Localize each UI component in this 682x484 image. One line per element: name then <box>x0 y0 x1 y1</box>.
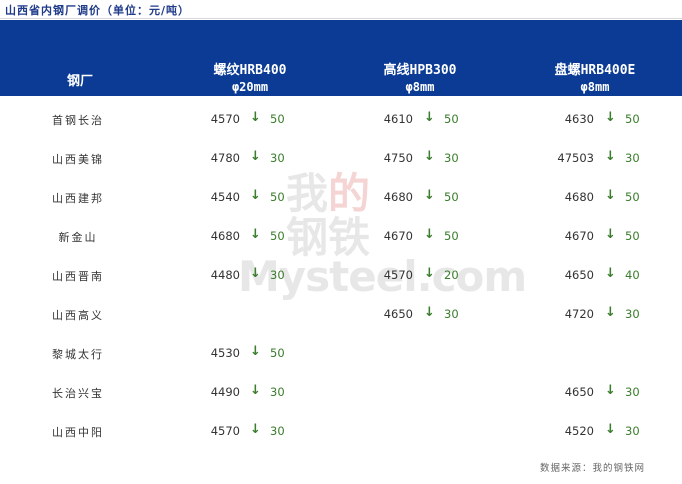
header-coil-rebar-name: 盘螺HRB400E <box>554 63 636 78</box>
down-arrow-icon: ↓ <box>250 344 261 359</box>
down-arrow-icon: ↓ <box>424 149 435 164</box>
mill-name: 山西美锦 <box>52 153 104 166</box>
change-a: 50 <box>270 346 285 360</box>
change-c: 50 <box>625 112 640 126</box>
down-arrow-icon: ↓ <box>605 383 616 398</box>
mill-name: 山西中阳 <box>52 426 104 439</box>
change-b: 20 <box>444 268 459 282</box>
down-arrow-icon: ↓ <box>424 227 435 242</box>
change-a: 30 <box>270 268 285 282</box>
table-header: 钢厂 螺纹HRB400 φ20mm 高线HPB300 φ8mm 盘螺HRB400… <box>0 20 682 96</box>
price-a: 4540 <box>210 190 240 204</box>
change-c: 50 <box>625 190 640 204</box>
price-b: 4750 <box>383 151 413 165</box>
down-arrow-icon: ↓ <box>605 305 616 320</box>
header-mill: 钢厂 <box>66 74 93 89</box>
price-c: 4720 <box>564 307 594 321</box>
down-arrow-icon: ↓ <box>250 383 261 398</box>
header-rebar-name: 螺纹HRB400 <box>213 63 287 78</box>
change-b: 50 <box>444 112 459 126</box>
down-arrow-icon: ↓ <box>250 266 261 281</box>
price-b: 4670 <box>383 229 413 243</box>
change-c: 50 <box>625 229 640 243</box>
change-c: 40 <box>625 268 640 282</box>
down-arrow-icon: ↓ <box>250 227 261 242</box>
header-rebar: 螺纹HRB400 φ20mm <box>185 62 315 95</box>
header-wire-rod-name: 高线HPB300 <box>383 63 457 78</box>
change-c: 30 <box>625 424 640 438</box>
mill-name: 新金山 <box>58 231 98 244</box>
price-a: 4780 <box>210 151 240 165</box>
table-row: 长治兴宝 4490 ↓ 30 4650 ↓ 30 <box>0 383 682 403</box>
down-arrow-icon: ↓ <box>424 266 435 281</box>
table-row: 首钢长治 4570 ↓ 50 4610 ↓ 50 4630 ↓ 50 <box>0 110 682 130</box>
change-a: 30 <box>270 151 285 165</box>
price-a: 4530 <box>210 346 240 360</box>
change-a: 30 <box>270 385 285 399</box>
price-c: 4650 <box>564 385 594 399</box>
price-c: 4670 <box>564 229 594 243</box>
table-row: 山西晋南 4480 ↓ 30 4570 ↓ 20 4650 ↓ 40 <box>0 266 682 286</box>
change-c: 30 <box>625 151 640 165</box>
mill-name: 长治兴宝 <box>52 387 104 400</box>
change-c: 30 <box>625 385 640 399</box>
change-b: 30 <box>444 151 459 165</box>
header-coil-rebar: 盘螺HRB400E φ8mm <box>530 62 660 95</box>
table-row: 山西中阳 4570 ↓ 30 4520 ↓ 30 <box>0 422 682 442</box>
down-arrow-icon: ↓ <box>605 266 616 281</box>
header-rebar-spec: φ20mm <box>231 80 269 94</box>
mill-name: 山西高义 <box>52 309 104 322</box>
table-row: 山西高义 4650 ↓ 30 4720 ↓ 30 <box>0 305 682 325</box>
price-c: 4520 <box>564 424 594 438</box>
down-arrow-icon: ↓ <box>605 149 616 164</box>
down-arrow-icon: ↓ <box>250 422 261 437</box>
price-a: 4680 <box>210 229 240 243</box>
table-row: 山西建邦 4540 ↓ 50 4680 ↓ 50 4680 ↓ 50 <box>0 188 682 208</box>
down-arrow-icon: ↓ <box>605 422 616 437</box>
price-a: 4570 <box>210 424 240 438</box>
down-arrow-icon: ↓ <box>424 110 435 125</box>
table-row: 山西美锦 4780 ↓ 30 4750 ↓ 30 47503 ↓ 30 <box>0 149 682 169</box>
price-a: 4570 <box>210 112 240 126</box>
data-source: 数据来源：我的钢铁网 <box>540 463 646 474</box>
down-arrow-icon: ↓ <box>250 110 261 125</box>
change-a: 50 <box>270 112 285 126</box>
down-arrow-icon: ↓ <box>605 188 616 203</box>
price-c: 4680 <box>564 190 594 204</box>
price-b: 4570 <box>383 268 413 282</box>
change-b: 50 <box>444 190 459 204</box>
page-title: 山西省内钢厂调价（单位：元/吨） <box>5 4 191 17</box>
change-c: 30 <box>625 307 640 321</box>
down-arrow-icon: ↓ <box>424 305 435 320</box>
price-a: 4480 <box>210 268 240 282</box>
title-divider <box>0 18 682 19</box>
down-arrow-icon: ↓ <box>605 227 616 242</box>
mill-name: 黎城太行 <box>52 348 104 361</box>
change-b: 30 <box>444 307 459 321</box>
change-b: 50 <box>444 229 459 243</box>
price-b: 4610 <box>383 112 413 126</box>
table-row: 新金山 4680 ↓ 50 4670 ↓ 50 4670 ↓ 50 <box>0 227 682 247</box>
header-wire-rod: 高线HPB300 φ8mm <box>355 62 485 95</box>
down-arrow-icon: ↓ <box>424 188 435 203</box>
change-a: 50 <box>270 190 285 204</box>
mill-name: 山西晋南 <box>52 270 104 283</box>
table-row: 黎城太行 4530 ↓ 50 <box>0 344 682 364</box>
mill-name: 首钢长治 <box>52 114 104 127</box>
header-coil-rebar-spec: φ8mm <box>580 80 610 94</box>
price-c: 4650 <box>564 268 594 282</box>
price-b: 4650 <box>383 307 413 321</box>
mill-name: 山西建邦 <box>52 192 104 205</box>
down-arrow-icon: ↓ <box>250 188 261 203</box>
change-a: 50 <box>270 229 285 243</box>
down-arrow-icon: ↓ <box>605 110 616 125</box>
down-arrow-icon: ↓ <box>250 149 261 164</box>
price-a: 4490 <box>210 385 240 399</box>
price-c: 4630 <box>564 112 594 126</box>
header-wire-rod-spec: φ8mm <box>405 80 435 94</box>
change-a: 30 <box>270 424 285 438</box>
price-b: 4680 <box>383 190 413 204</box>
price-c: 47503 <box>557 151 594 165</box>
